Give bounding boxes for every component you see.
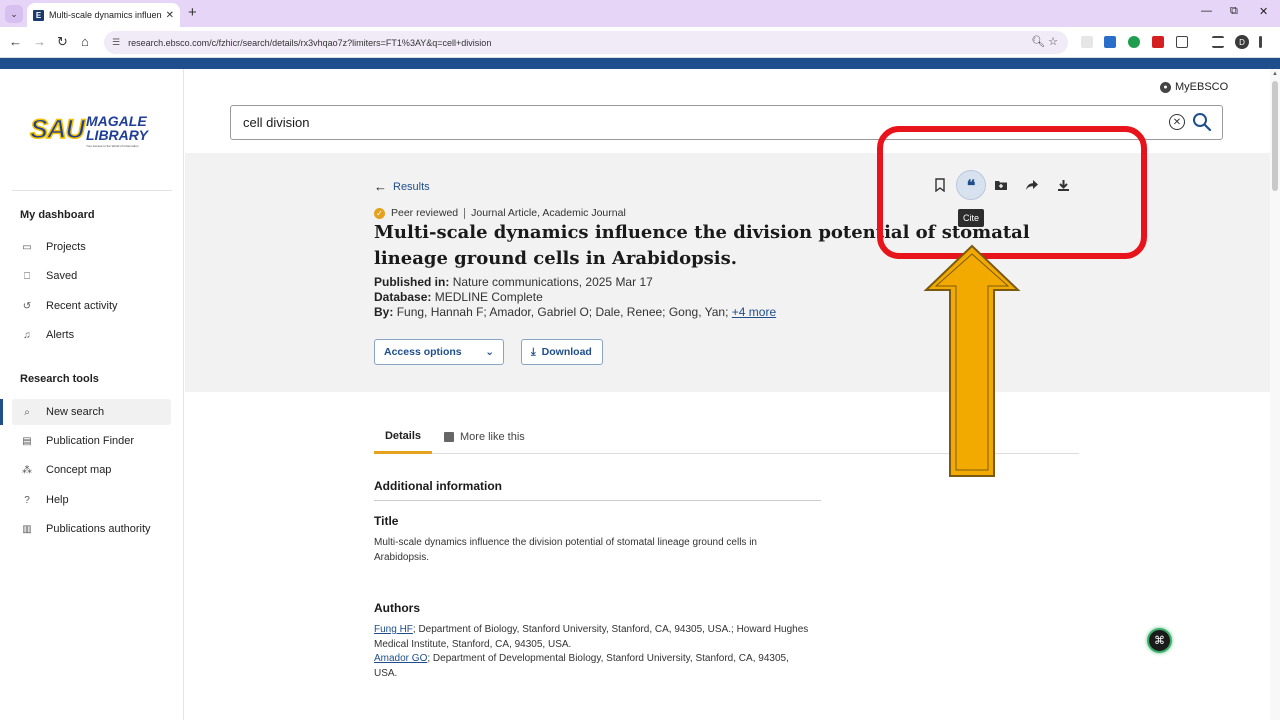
sidebar-divider (12, 190, 172, 191)
clear-search-icon[interactable]: ✕ (1169, 114, 1185, 130)
help-icon: ? (24, 494, 30, 506)
sidebar-item-saved[interactable]: ⎕ Saved (12, 263, 171, 289)
more-like-this-icon (444, 432, 454, 442)
back-icon[interactable]: ← (9, 34, 22, 49)
back-arrow-icon: ← (374, 179, 387, 194)
account-icon: ● (1160, 81, 1171, 93)
dashboard-heading: My dashboard (20, 209, 95, 221)
minimize-icon[interactable]: — (1201, 5, 1212, 17)
browser-tab[interactable]: E Multi-scale dynamics influence ✕ (27, 3, 180, 27)
published-in: Published in: Nature communications, 202… (374, 275, 653, 289)
site-info-icon[interactable]: ☰ (112, 37, 120, 48)
sidebar-item-publications-authority[interactable]: ▥ Publications authority (12, 516, 171, 542)
sidebar: SAU MAGALE LIBRARY Your Access to the Wor… (0, 69, 184, 720)
additional-info-heading: Additional information (374, 479, 502, 493)
active-indicator (0, 399, 3, 425)
meta-separator (464, 207, 466, 219)
home-icon[interactable]: ⌂ (81, 34, 89, 49)
access-options-button[interactable]: Access options ⌄ (374, 339, 504, 365)
browser-menu-icon[interactable] (1259, 36, 1262, 48)
research-tools-heading: Research tools (20, 373, 99, 385)
title-text: Multi-scale dynamics influence the divis… (374, 537, 757, 563)
peer-reviewed-icon: ✓ (374, 207, 385, 219)
maximize-icon[interactable]: ⧉ (1230, 5, 1238, 18)
title-heading: Title (374, 514, 399, 528)
extension-pdf-icon[interactable] (1152, 36, 1164, 48)
window-close-icon[interactable]: ✕ (1259, 5, 1268, 18)
more-authors-link[interactable]: +4 more (732, 305, 776, 319)
scroll-up-icon[interactable]: ▲ (1272, 71, 1278, 77)
ebsco-favicon-icon: E (33, 9, 44, 21)
concept-map-icon: ⁂ (22, 464, 32, 476)
author-link[interactable]: Amador GO (374, 653, 427, 664)
bookmark-icon: ⎕ (24, 270, 30, 282)
authors-heading: Authors (374, 601, 420, 615)
extension-blue-icon[interactable] (1104, 36, 1116, 48)
document-icon: ▤ (22, 435, 32, 447)
tab-more-like-this[interactable]: More like this (444, 420, 525, 454)
section-divider (374, 500, 821, 501)
bell-icon: ♫ (23, 329, 31, 341)
back-to-results-link[interactable]: ← Results (374, 179, 430, 194)
tab-close-icon[interactable]: ✕ (166, 10, 174, 21)
myebsco-account[interactable]: ● MyEBSCO (1160, 81, 1228, 93)
profile-avatar[interactable]: D (1235, 35, 1249, 49)
bookmark-star-icon[interactable]: 🔍︎ ☆ (1031, 35, 1058, 48)
book-icon: ▥ (22, 523, 32, 535)
address-bar[interactable]: ☰ research.ebsco.com/c/fzhicr/search/det… (104, 31, 1068, 54)
sidebar-item-publication-finder[interactable]: ▤ Publication Finder (12, 428, 171, 454)
article-meta: ✓ Peer reviewed Journal Article, Academi… (374, 207, 626, 219)
reload-icon[interactable]: ↻ (57, 34, 68, 50)
download-button[interactable]: ⤓ Download (521, 339, 603, 365)
sidebar-item-new-search[interactable]: ⌕ New search (12, 399, 171, 425)
sidebar-item-concept-map[interactable]: ⁂ Concept map (12, 457, 171, 483)
history-icon: ↺ (22, 300, 32, 312)
author-link[interactable]: Fung HF (374, 624, 413, 635)
library-logo[interactable]: SAU MAGALE LIBRARY Your Access to the Wor… (29, 113, 160, 148)
up-arrow-annotation (923, 244, 1021, 477)
peer-reviewed-label: Peer reviewed (391, 207, 459, 219)
projects-icon: ▭ (22, 241, 32, 253)
sidebar-item-projects[interactable]: ▭ Projects (12, 234, 171, 260)
sidebar-item-alerts[interactable]: ♫ Alerts (12, 322, 171, 348)
search-icon: ⌕ (24, 406, 30, 418)
browser-tab-strip: ⌄ E Multi-scale dynamics influence ✕ + —… (0, 0, 1280, 27)
extension-grammarly-icon[interactable] (1128, 36, 1140, 48)
search-submit-icon[interactable] (1192, 112, 1212, 135)
search-query-text: cell division (243, 115, 310, 130)
browser-toolbar: ← → ↻ ⌂ ☰ research.ebsco.com/c/fzhicr/se… (0, 27, 1280, 58)
authors-line: By: Fung, Hannah F; Amador, Gabriel O; D… (374, 305, 777, 319)
url-text: research.ebsco.com/c/fzhicr/search/detai… (128, 37, 492, 48)
extensions-puzzle-icon[interactable] (1176, 36, 1188, 48)
scroll-thumb[interactable] (1272, 81, 1278, 191)
new-tab-icon[interactable]: + (188, 4, 197, 21)
extension-doc-icon[interactable] (1081, 36, 1093, 48)
sidebar-item-help[interactable]: ? Help (12, 487, 171, 513)
database: Database: MEDLINE Complete (374, 290, 543, 304)
document-type: Journal Article, Academic Journal (471, 207, 626, 219)
reading-list-icon[interactable] (1212, 36, 1224, 48)
sidebar-item-recent-activity[interactable]: ↺ Recent activity (12, 293, 171, 319)
tab-details[interactable]: Details (374, 420, 432, 454)
tab-title: Multi-scale dynamics influence (49, 10, 162, 20)
forward-icon[interactable]: → (33, 34, 46, 49)
download-icon: ⤓ (531, 345, 536, 358)
floating-assistant-button[interactable]: ⌘ (1147, 628, 1172, 653)
ebsco-top-bar (0, 58, 1280, 69)
tab-search-dropdown[interactable]: ⌄ (5, 5, 23, 23)
chevron-down-icon: ⌄ (485, 346, 494, 358)
authors-list: Fung HF; Department of Biology, Stanford… (374, 624, 809, 679)
page-scrollbar[interactable]: ▲ (1270, 69, 1280, 720)
